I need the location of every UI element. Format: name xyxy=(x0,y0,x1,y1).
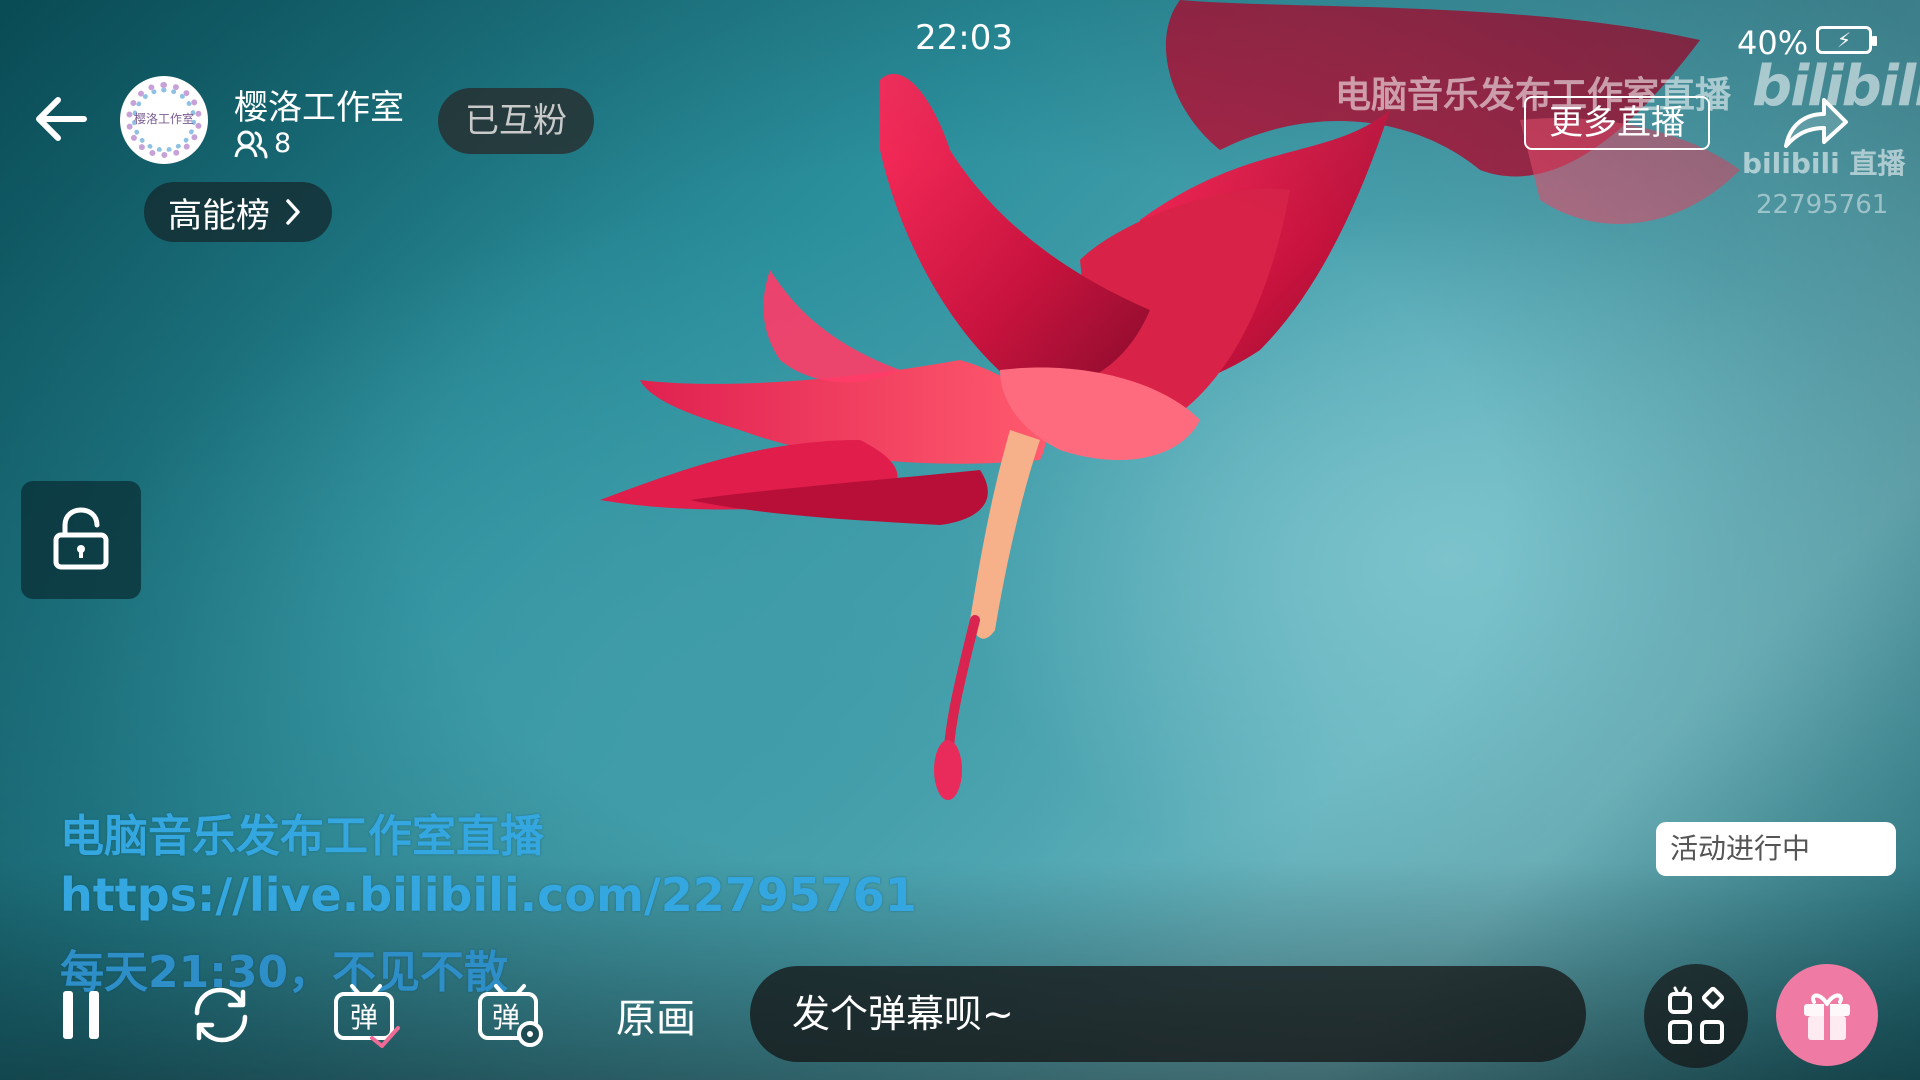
svg-text:弹: 弹 xyxy=(350,1001,378,1034)
quality-button[interactable]: 原画 xyxy=(610,978,702,1052)
people-icon xyxy=(234,130,268,158)
fans-count: 8 xyxy=(234,128,291,159)
more-menu-button[interactable] xyxy=(1644,964,1748,1068)
overlay-schedule: 每天21:30，不见不散 xyxy=(60,947,509,998)
danmu-icon: 弹 xyxy=(334,984,400,1048)
gift-icon xyxy=(1804,993,1850,1040)
avatar-text: 樱洛工作室 xyxy=(133,112,194,126)
pause-button[interactable] xyxy=(48,978,114,1052)
screen-lock-button[interactable] xyxy=(21,481,141,599)
chevron-right-icon xyxy=(286,199,300,225)
streamer-name[interactable]: 樱洛工作室 xyxy=(234,80,404,129)
danmu-toggle-button[interactable]: 弹 xyxy=(330,978,404,1052)
rank-label: 高能榜 xyxy=(168,195,270,236)
pause-icon xyxy=(63,991,73,1039)
unlock-icon xyxy=(53,507,109,570)
activity-banner[interactable]: 活动进行中 xyxy=(1656,822,1896,876)
rank-button[interactable]: 高能榜 xyxy=(144,182,332,242)
streamer-avatar[interactable]: 樱洛工作室 xyxy=(120,76,208,164)
follow-button[interactable]: 已互粉 xyxy=(438,88,594,154)
refresh-icon xyxy=(194,987,248,1043)
gift-button[interactable] xyxy=(1776,964,1878,1066)
more-live-button[interactable]: 更多直播 xyxy=(1524,96,1710,150)
bilibili-live-logo: bilibili 直播 xyxy=(1742,147,1906,180)
danmu-settings-icon: 弹 xyxy=(478,984,543,1047)
arrow-left-icon xyxy=(36,97,87,141)
room-id: 22795761 xyxy=(1756,190,1889,220)
refresh-button[interactable] xyxy=(186,978,256,1052)
svg-text:弹: 弹 xyxy=(492,1001,520,1034)
back-button[interactable] xyxy=(32,94,90,144)
status-time: 22:03 xyxy=(915,18,1013,58)
fans-number: 8 xyxy=(274,128,292,159)
danmu-input[interactable]: 发个弹幕呗~ xyxy=(750,966,1586,1062)
battery-icon: ⚡ xyxy=(1816,26,1877,54)
danmu-settings-button[interactable]: 弹 xyxy=(474,978,548,1052)
overlay-url: https://live.bilibili.com/22795761 xyxy=(60,868,917,922)
grid-menu-icon xyxy=(1668,986,1725,1044)
overlay-title: 电脑音乐发布工作室直播 xyxy=(60,811,544,862)
